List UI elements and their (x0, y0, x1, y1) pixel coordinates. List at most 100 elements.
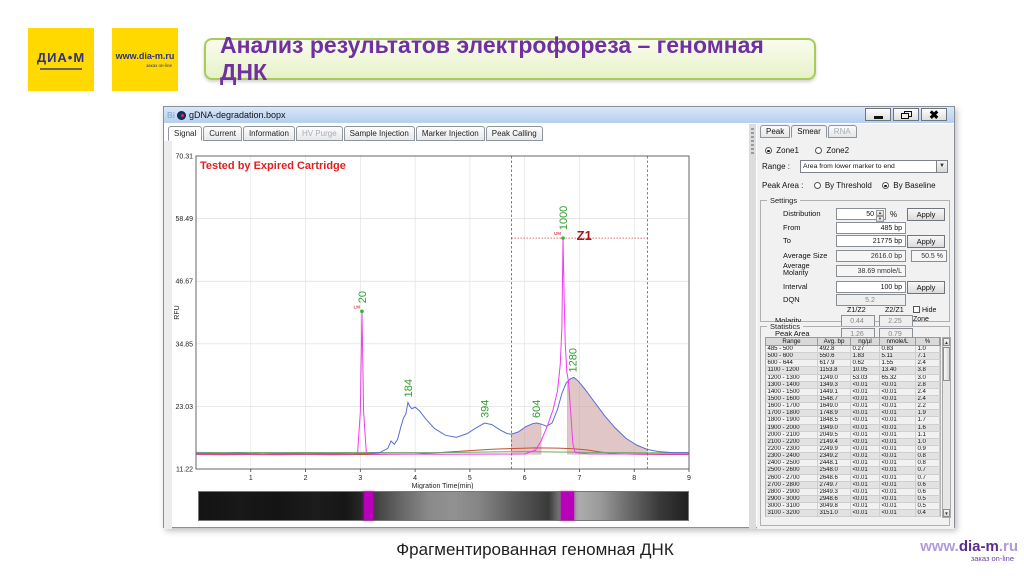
statistics-header-cell: Avg. bp (818, 338, 851, 345)
table-row[interactable]: 2300 - 24002349.2<0.01<0.010.8 (765, 453, 941, 460)
table-row[interactable]: 485 - 500492.80.270.831.0 (765, 346, 941, 353)
table-cell: 1400 - 1500 (766, 389, 818, 395)
table-cell: 2849.3 (818, 489, 851, 495)
range-dropdown[interactable]: Area from lower marker to end ▼ (800, 160, 948, 173)
table-row[interactable]: 1100 - 12001153.810.0513.403.8 (765, 367, 941, 374)
table-row[interactable]: 1900 - 20001949.0<0.01<0.011.6 (765, 425, 941, 432)
table-cell: 0.6 (916, 482, 940, 488)
table-row[interactable]: 3100 - 32003151.0<0.01<0.010.4 (765, 510, 941, 517)
close-button[interactable]: ✖ (921, 108, 947, 121)
tab-information[interactable]: Information (243, 126, 295, 141)
minimize-button[interactable] (865, 108, 891, 121)
close-icon: ✖ (929, 110, 939, 120)
table-cell: 2200 - 2300 (766, 446, 818, 452)
distribution-label: Distribution (783, 209, 821, 218)
peak-size-label: 604 (531, 400, 543, 418)
to-apply-button[interactable]: Apply (907, 235, 945, 248)
marker-apex-dot (360, 309, 364, 313)
table-row[interactable]: 1600 - 17001649.0<0.01<0.012.2 (765, 403, 941, 410)
footer-www: www (920, 538, 954, 555)
table-row[interactable]: 2800 - 29002849.3<0.01<0.010.6 (765, 489, 941, 496)
zone2-radio[interactable] (815, 147, 822, 154)
table-row[interactable]: 1500 - 16001548.7<0.01<0.012.4 (765, 396, 941, 403)
table-row[interactable]: 1200 - 13001249.053.0365.323.0 (765, 375, 941, 382)
table-row[interactable]: 1400 - 15001449.1<0.01<0.012.4 (765, 389, 941, 396)
distribution-input[interactable]: 50 ▲▼ (836, 208, 886, 220)
slide-title-banner: Анализ результатов электрофореза – геном… (204, 38, 816, 80)
table-cell: <0.01 (880, 460, 916, 466)
from-label: From (783, 223, 801, 232)
statistics-group-label: Statistics (767, 322, 803, 331)
marker-apex-dot (561, 236, 565, 240)
table-cell: <0.01 (851, 503, 880, 509)
table-row[interactable]: 2500 - 26002548.0<0.01<0.010.7 (765, 467, 941, 474)
zone1-radio[interactable] (765, 147, 772, 154)
table-cell: 1800 - 1900 (766, 417, 818, 423)
table-row[interactable]: 2000 - 21002049.5<0.01<0.011.1 (765, 432, 941, 439)
table-cell: <0.01 (851, 496, 880, 502)
table-row[interactable]: 1700 - 18001748.9<0.01<0.011.9 (765, 410, 941, 417)
table-cell: 2249.9 (818, 446, 851, 452)
marker-sub-label: LM (353, 304, 360, 309)
panel-tab-smear[interactable]: Smear (791, 125, 827, 138)
table-row[interactable]: 1800 - 19001848.5<0.01<0.011.7 (765, 417, 941, 424)
restore-button[interactable] (893, 108, 919, 121)
panel-splitter[interactable] (749, 124, 756, 529)
settings-groupbox: Settings Distribution 50 ▲▼ % Apply From… (760, 200, 950, 322)
table-row[interactable]: 2200 - 23002249.9<0.01<0.010.9 (765, 446, 941, 453)
table-row[interactable]: 2900 - 30002948.6<0.01<0.010.5 (765, 496, 941, 503)
table-row[interactable]: 3000 - 31003049.8<0.01<0.010.5 (765, 503, 941, 510)
peak-size-label: 394 (480, 400, 492, 418)
scroll-down-icon[interactable]: ▼ (943, 509, 950, 517)
table-row[interactable]: 2600 - 27002648.6<0.01<0.010.7 (765, 475, 941, 482)
scrollbar-thumb[interactable] (943, 347, 950, 381)
tab-signal[interactable]: Signal (168, 126, 202, 141)
table-row[interactable]: 2100 - 22002149.4<0.01<0.011.0 (765, 439, 941, 446)
table-cell: 1600 - 1700 (766, 403, 818, 409)
to-input[interactable]: 21775 bp (836, 235, 906, 247)
y-tick-label: 70.31 (175, 154, 193, 161)
table-cell: 1.55 (880, 360, 916, 366)
table-cell: <0.01 (880, 389, 916, 395)
tab-peak-calling[interactable]: Peak Calling (486, 126, 543, 141)
window-titlebar[interactable]: Bi gDNA-degradation.bopx ✖ (164, 107, 954, 123)
tab-current[interactable]: Current (203, 126, 242, 141)
table-row[interactable]: 500 - 600550.61.835.117.1 (765, 353, 941, 360)
y-tick-label: 34.85 (175, 341, 193, 348)
x-tick-label: 9 (687, 475, 691, 482)
from-input[interactable]: 485 bp (836, 222, 906, 234)
table-cell: 1848.5 (818, 417, 851, 423)
table-row[interactable]: 2400 - 25002448.1<0.01<0.010.8 (765, 460, 941, 467)
statistics-header-row: RangeAvg. bpng/µlnmole/L% (765, 337, 941, 346)
table-row[interactable]: 2700 - 28002749.7<0.01<0.010.6 (765, 482, 941, 489)
interval-input[interactable]: 100 bp (836, 281, 906, 293)
spinner-icon[interactable]: ▲▼ (876, 210, 884, 219)
restore-icon (901, 111, 912, 119)
table-cell: 2.4 (916, 389, 940, 395)
by-baseline-radio[interactable] (882, 182, 889, 189)
table-cell: 3.0 (916, 375, 940, 381)
x-tick-label: 2 (304, 475, 308, 482)
table-row[interactable]: 1300 - 14001349.3<0.01<0.012.8 (765, 382, 941, 389)
table-cell: 3.8 (916, 367, 940, 373)
app-icon (177, 111, 186, 120)
scroll-up-icon[interactable]: ▲ (943, 338, 950, 346)
statistics-table: RangeAvg. bpng/µlnmole/L%485 - 500492.80… (765, 337, 941, 517)
tab-sample-injection[interactable]: Sample Injection (344, 126, 415, 141)
table-cell: <0.01 (851, 460, 880, 466)
chevron-down-icon[interactable]: ▼ (936, 161, 947, 172)
table-cell: <0.01 (880, 403, 916, 409)
statistics-scrollbar[interactable]: ▲ ▼ (942, 337, 951, 518)
table-cell: 0.8 (916, 460, 940, 466)
hide-zone-checkbox[interactable] (913, 306, 920, 313)
table-cell: 3100 - 3200 (766, 510, 818, 516)
distribution-apply-button[interactable]: Apply (907, 208, 945, 221)
table-row[interactable]: 600 - 644617.90.621.552.4 (765, 360, 941, 367)
diam-logo: ДИА•М (28, 28, 94, 91)
by-threshold-radio[interactable] (814, 182, 821, 189)
x-tick-label: 6 (523, 475, 527, 482)
curve-marker-magenta (196, 238, 689, 454)
tab-marker-injection[interactable]: Marker Injection (416, 126, 485, 141)
panel-tab-peak[interactable]: Peak (760, 125, 790, 138)
table-cell: 492.8 (818, 346, 851, 352)
